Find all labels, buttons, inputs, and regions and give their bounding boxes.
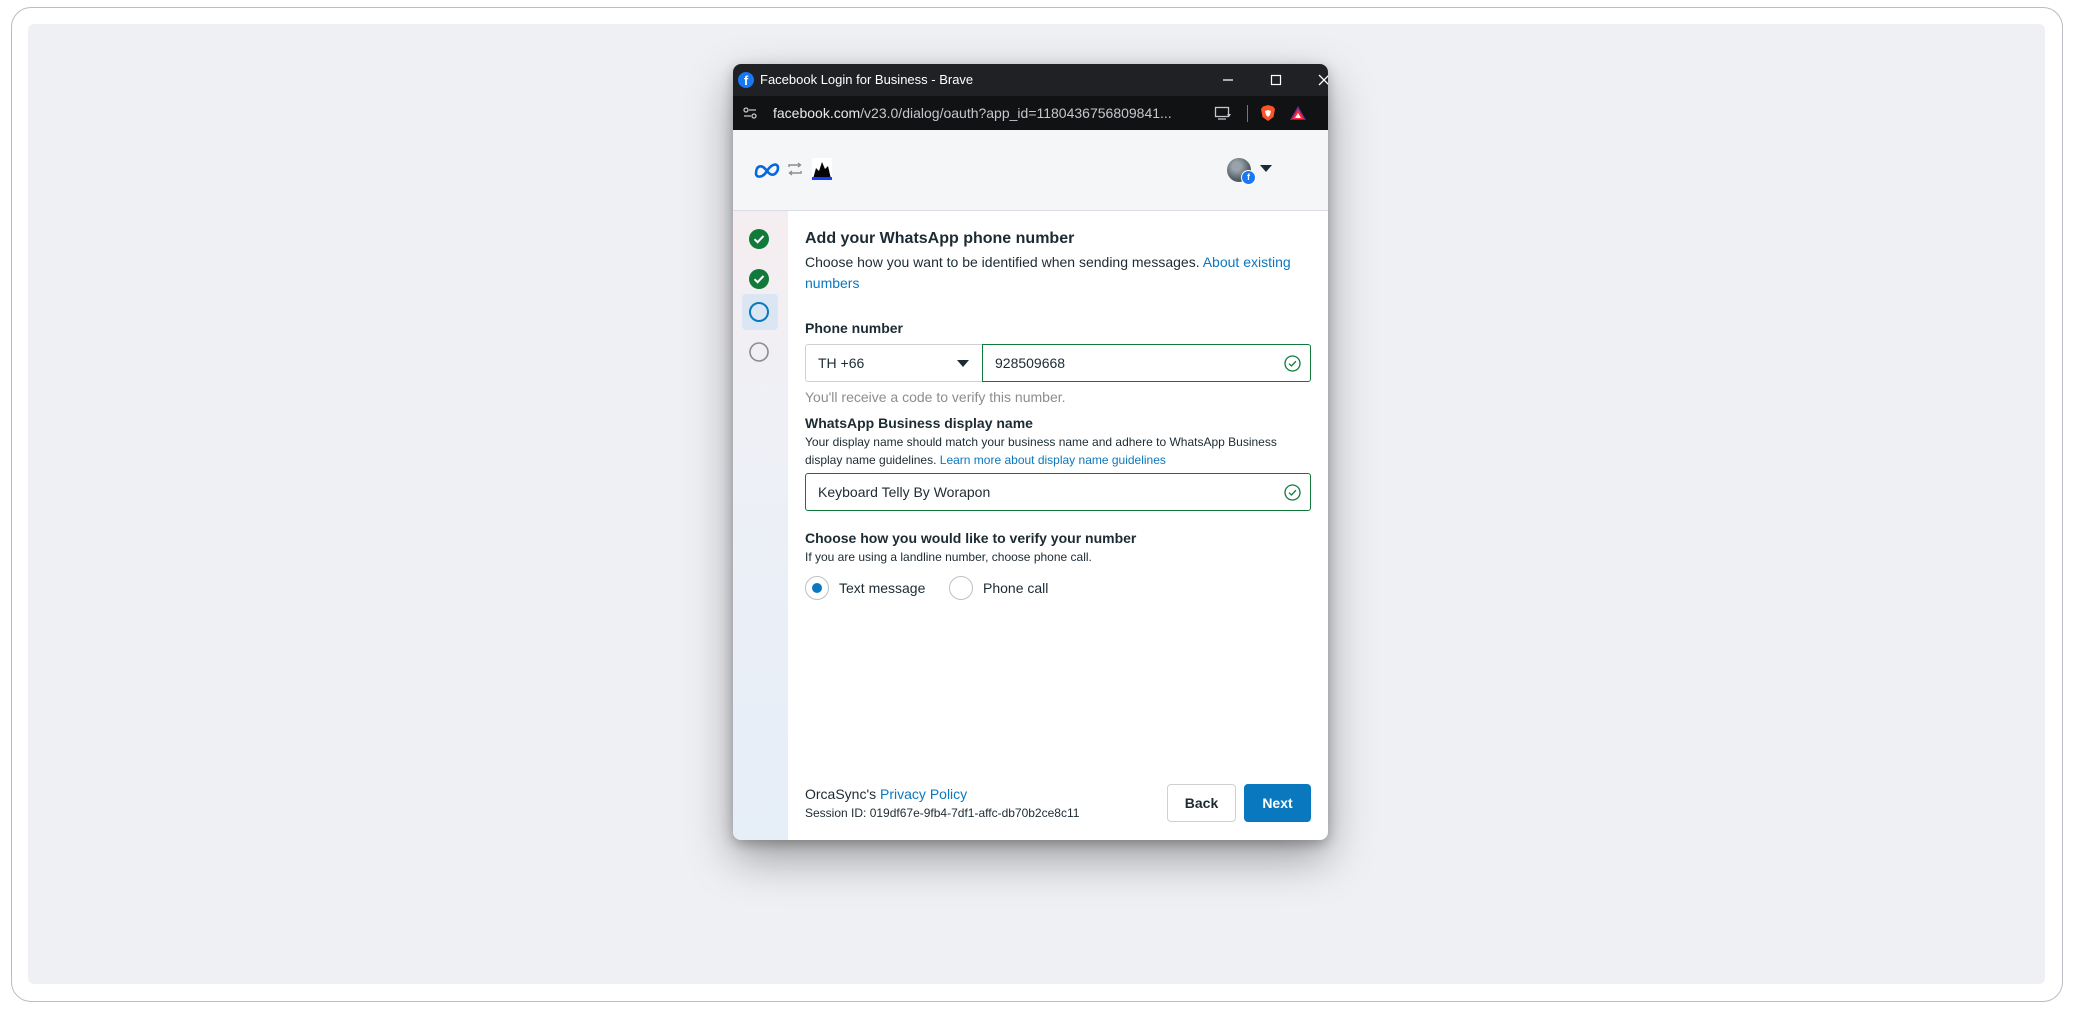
- dialog-header: f: [733, 130, 1328, 211]
- window-titlebar[interactable]: f Facebook Login for Business - Brave: [733, 64, 1328, 96]
- step-completed-icon: [749, 229, 769, 249]
- privacy-policy-link[interactable]: Privacy Policy: [880, 786, 967, 802]
- chevron-down-icon: [957, 360, 969, 367]
- phone-number-value: 928509668: [995, 355, 1066, 371]
- minimize-button[interactable]: [1212, 68, 1244, 92]
- radio-text-message[interactable]: Text message: [805, 575, 925, 601]
- app-owner-text: OrcaSync's: [805, 786, 877, 802]
- radio-button-selected[interactable]: [805, 576, 829, 600]
- radio-phone-call-label: Phone call: [983, 580, 1049, 596]
- radio-text-message-label: Text message: [839, 580, 926, 596]
- check-circle-icon: [1284, 355, 1301, 372]
- privacy-line: OrcaSync's Privacy Policy: [805, 786, 967, 802]
- close-icon: [1318, 74, 1328, 86]
- minimize-icon: [1223, 79, 1233, 81]
- window-title: Facebook Login for Business - Brave: [760, 72, 974, 87]
- display-name-description: Your display name should match your busi…: [805, 433, 1315, 469]
- verify-method-hint: If you are using a landline number, choo…: [805, 550, 1092, 564]
- address-bar: facebook.com/v23.0/dialog/oauth?app_id=1…: [733, 96, 1328, 130]
- address-divider: [1247, 105, 1248, 122]
- phone-number-input[interactable]: 928509668: [982, 344, 1311, 382]
- brave-rewards-icon[interactable]: [1289, 105, 1307, 121]
- close-button[interactable]: [1308, 68, 1328, 92]
- site-settings-icon[interactable]: [742, 105, 758, 121]
- session-id: Session ID: 019df67e-9fb4-7df1-affc-db70…: [805, 806, 1080, 820]
- brave-shields-icon[interactable]: [1260, 104, 1276, 122]
- subtitle-text: Choose how you want to be identified whe…: [805, 254, 1200, 270]
- phone-number-label: Phone number: [805, 320, 904, 336]
- country-code-value: TH +66: [818, 355, 865, 371]
- country-code-select[interactable]: TH +66: [805, 344, 982, 382]
- step-pending-icon: [749, 342, 769, 362]
- page-title: Add your WhatsApp phone number: [805, 230, 1075, 247]
- verify-method-label: Choose how you would like to verify your…: [805, 530, 1137, 546]
- popup-window: f Facebook Login for Business - Brave fa…: [733, 64, 1328, 840]
- display-name-value: Keyboard Telly By Worapon: [818, 484, 991, 500]
- meta-logo: [754, 163, 780, 178]
- display-name-guidelines-link[interactable]: Learn more about display name guidelines: [940, 453, 1166, 467]
- page-subtitle: Choose how you want to be identified whe…: [805, 252, 1315, 294]
- step-completed-icon: [749, 269, 769, 289]
- swap-icon: [788, 162, 802, 176]
- display-name-label: WhatsApp Business display name: [805, 415, 1033, 431]
- url-host: facebook.com: [773, 105, 861, 121]
- radio-button[interactable]: [949, 576, 973, 600]
- phone-helper-text: You'll receive a code to verify this num…: [805, 389, 1066, 405]
- chevron-down-icon[interactable]: [1260, 165, 1272, 173]
- install-app-icon[interactable]: [1214, 105, 1232, 121]
- back-button[interactable]: Back: [1167, 784, 1236, 822]
- display-name-input[interactable]: Keyboard Telly By Worapon: [805, 473, 1311, 511]
- progress-stepper: [733, 211, 788, 840]
- radio-phone-call[interactable]: Phone call: [949, 575, 1048, 601]
- url-path: /v23.0/dialog/oauth?app_id=1180436756809…: [860, 105, 1172, 121]
- url-field[interactable]: facebook.com/v23.0/dialog/oauth?app_id=1…: [773, 105, 1193, 121]
- check-circle-icon: [1284, 484, 1301, 501]
- next-button[interactable]: Next: [1244, 784, 1311, 822]
- maximize-icon: [1270, 74, 1282, 86]
- facebook-badge-icon: f: [1241, 170, 1256, 185]
- business-logo-icon: [812, 158, 832, 180]
- facebook-icon: f: [738, 72, 754, 88]
- step-active-icon: [749, 302, 769, 322]
- maximize-button[interactable]: [1260, 68, 1292, 92]
